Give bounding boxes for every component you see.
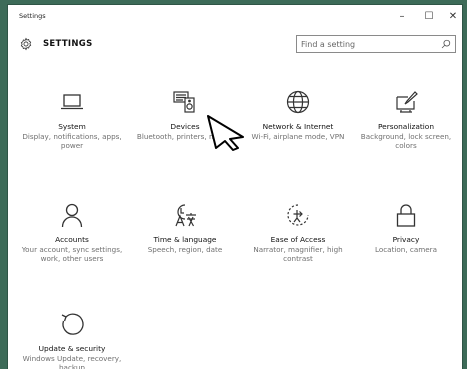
title-bar[interactable]: Settings – ☐ ✕ — [8, 5, 462, 29]
tile-name: Time & language — [153, 235, 217, 244]
tile-network[interactable]: Network & Internet Wi-Fi, airplane mode,… — [242, 89, 354, 141]
gear-icon — [20, 37, 32, 51]
minimize-button[interactable]: – — [391, 8, 413, 26]
lock-icon — [396, 204, 416, 227]
tile-name: System — [58, 122, 86, 131]
tile-system[interactable]: System Display, notifications, apps, pow… — [16, 89, 128, 151]
tile-description: Display, notifications, apps, power — [22, 132, 122, 151]
globe-icon — [286, 90, 310, 114]
devices-icon — [173, 91, 195, 113]
mouse-pointer-icon — [207, 115, 244, 151]
tile-name: Accounts — [55, 235, 89, 244]
tile-name: Privacy — [392, 235, 420, 244]
tile-description: Windows Update, recovery, backup — [22, 354, 122, 369]
tile-privacy[interactable]: Privacy Location, camera — [350, 202, 462, 254]
paint-icon — [396, 91, 418, 113]
time-language-icon — [175, 204, 196, 227]
search-icon[interactable] — [441, 39, 451, 49]
maximize-button[interactable]: ☐ — [418, 8, 440, 26]
tile-name: Personalization — [377, 122, 435, 131]
tile-update-security[interactable]: Update & security Windows Update, recove… — [16, 311, 128, 369]
tile-name: Network & Internet — [262, 122, 334, 131]
person-icon — [61, 203, 83, 228]
ease-of-access-icon — [287, 204, 309, 226]
update-icon — [61, 313, 84, 335]
tile-accounts[interactable]: Accounts Your account, sync settings, wo… — [16, 202, 128, 264]
tile-ease-of-access[interactable]: Ease of Access Narrator, magnifier, high… — [242, 202, 354, 264]
window-title: Settings — [19, 12, 46, 20]
tile-description: Location, camera — [374, 245, 438, 254]
search-input[interactable] — [301, 38, 431, 50]
search-box[interactable] — [296, 35, 456, 53]
tile-name: Ease of Access — [270, 235, 326, 244]
tile-name: Update & security — [38, 344, 106, 353]
tile-description: Wi-Fi, airplane mode, VPN — [251, 132, 345, 141]
tile-description: Background, lock screen, colors — [360, 132, 452, 151]
tile-description: Your account, sync settings, work, other… — [21, 245, 123, 264]
tile-description: Speech, region, date — [147, 245, 223, 254]
settings-window: Settings – ☐ ✕ SETTINGS System Display, … — [8, 5, 462, 369]
tile-description: Narrator, magnifier, high contrast — [253, 245, 343, 264]
page-title: SETTINGS — [43, 39, 93, 49]
laptop-icon — [61, 94, 83, 110]
close-button[interactable]: ✕ — [442, 8, 462, 26]
tile-time-language[interactable]: Time & language Speech, region, date — [129, 202, 241, 254]
tile-personalization[interactable]: Personalization Background, lock screen,… — [350, 89, 462, 151]
